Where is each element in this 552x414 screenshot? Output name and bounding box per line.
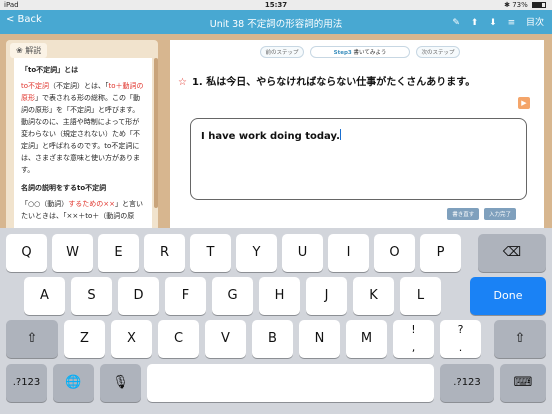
explanation-heading-2: 名詞の説明をするto不定詞 (21, 184, 107, 192)
key-a[interactable]: A (24, 277, 65, 315)
key-s[interactable]: S (71, 277, 112, 315)
rewrite-button[interactable]: 書き直す (447, 208, 480, 220)
done-key[interactable]: Done (470, 277, 546, 315)
numbers-key-right[interactable]: .?123 (440, 364, 494, 402)
key-y[interactable]: Y (236, 234, 277, 272)
toc-button[interactable]: ≡ 目次 (508, 18, 544, 28)
key-x[interactable]: X (111, 320, 152, 358)
key-b[interactable]: B (252, 320, 293, 358)
shift-key-left[interactable]: ⇧ (6, 320, 58, 358)
explanation-paragraph-2: 「○○（動詞）するための××」と言いたいときは、「××＋to＋（動詞の原 (21, 200, 143, 220)
current-step: Step3 書いてみよう (310, 46, 410, 58)
key-g[interactable]: G (212, 277, 253, 315)
key-p[interactable]: P (420, 234, 461, 272)
key-f[interactable]: F (165, 277, 206, 315)
key-question-period[interactable]: ?. (440, 320, 481, 358)
globe-icon[interactable]: 🌐 (53, 364, 94, 402)
key-k[interactable]: K (353, 277, 394, 315)
nav-bar: < Back Unit 38 不定詞の形容詞的用法 ✎ ⬆ ⬇ ≡ 目次 (0, 10, 552, 34)
question-text: 1. 私は今日、やらなければならない仕事がたくさんあります。 (191, 77, 476, 88)
answer-input[interactable]: I have work doing today. (190, 118, 527, 200)
key-exclamation-comma[interactable]: !, (393, 320, 434, 358)
step-navigator: 前のステップ Step3 書いてみよう 次のステップ (260, 46, 460, 58)
answer-buttons: 書き直す 入力完了 (444, 208, 516, 220)
explanation-text[interactable]: 「to不定詞」とは to不定詞（不定詞）とは、「to＋動詞の原形」で表される形の… (14, 58, 152, 228)
key-e[interactable]: E (98, 234, 139, 272)
exercise-panel: 前のステップ Step3 書いてみよう 次のステップ ☆ 1. 私は今日、やらなけ… (170, 40, 544, 228)
key-d[interactable]: D (118, 277, 159, 315)
prev-step-button[interactable]: 前のステップ (260, 46, 304, 58)
explanation-scrollbar[interactable] (154, 58, 158, 208)
key-n[interactable]: N (299, 320, 340, 358)
bluetooth-icon: ✱ (504, 1, 510, 9)
space-key[interactable] (147, 364, 434, 402)
key-j[interactable]: J (306, 277, 347, 315)
numbers-key-left[interactable]: .?123 (6, 364, 47, 402)
key-h[interactable]: H (259, 277, 300, 315)
explanation-heading: 「to不定詞」とは (21, 66, 79, 74)
explanation-tab-label: 解説 (25, 46, 42, 55)
key-z[interactable]: Z (64, 320, 105, 358)
key-u[interactable]: U (282, 234, 323, 272)
nav-tools: ✎ ⬆ ⬇ ≡ 目次 (444, 15, 544, 28)
key-q[interactable]: Q (6, 234, 47, 272)
play-audio-button[interactable]: ▶ (518, 97, 530, 109)
hide-keyboard-icon[interactable]: ⌨ (500, 364, 546, 402)
backspace-key[interactable]: ⌫ (478, 234, 546, 272)
explanation-tab[interactable]: ❀ 解説 (10, 43, 48, 58)
status-right: ✱ 73% (504, 1, 546, 9)
question: ☆ 1. 私は今日、やらなければならない仕事がたくさんあります。 (178, 75, 528, 90)
key-v[interactable]: V (205, 320, 246, 358)
battery-icon (532, 2, 546, 8)
status-time: 15:37 (264, 1, 288, 9)
pen-icon[interactable]: ✎ (452, 18, 460, 28)
key-l[interactable]: L (400, 277, 441, 315)
arrow-down-icon[interactable]: ⬇ (489, 18, 497, 28)
shift-key-right[interactable]: ⇧ (494, 320, 546, 358)
arrow-up-icon[interactable]: ⬆ (471, 18, 479, 28)
explanation-paragraph: to不定詞（不定詞）とは、「to＋動詞の原形」で表される形の総称。この「動詞の原… (21, 82, 144, 174)
key-t[interactable]: T (190, 234, 231, 272)
answer-text: I have work doing today. (201, 131, 340, 142)
bookmark-icon: ❀ (16, 46, 23, 55)
key-w[interactable]: W (52, 234, 93, 272)
key-c[interactable]: C (158, 320, 199, 358)
key-r[interactable]: R (144, 234, 185, 272)
explanation-panel: ❀ 解説 「to不定詞」とは to不定詞（不定詞）とは、「to＋動詞の原形」で表… (6, 40, 158, 228)
microphone-icon[interactable]: 🎙 (100, 364, 141, 402)
text-caret (339, 129, 341, 140)
keyboard: Q W E R T Y U I O P ⌫ A S D F G H J K L … (0, 228, 552, 414)
toc-label: 目次 (525, 18, 544, 28)
battery-percent: 73% (512, 1, 528, 9)
complete-button[interactable]: 入力完了 (483, 208, 516, 220)
key-i[interactable]: I (328, 234, 369, 272)
key-m[interactable]: M (346, 320, 387, 358)
status-bar: iPad 15:37 ✱ 73% (0, 0, 552, 10)
next-step-button[interactable]: 次のステップ (416, 46, 460, 58)
star-icon[interactable]: ☆ (178, 77, 187, 88)
key-o[interactable]: O (374, 234, 415, 272)
